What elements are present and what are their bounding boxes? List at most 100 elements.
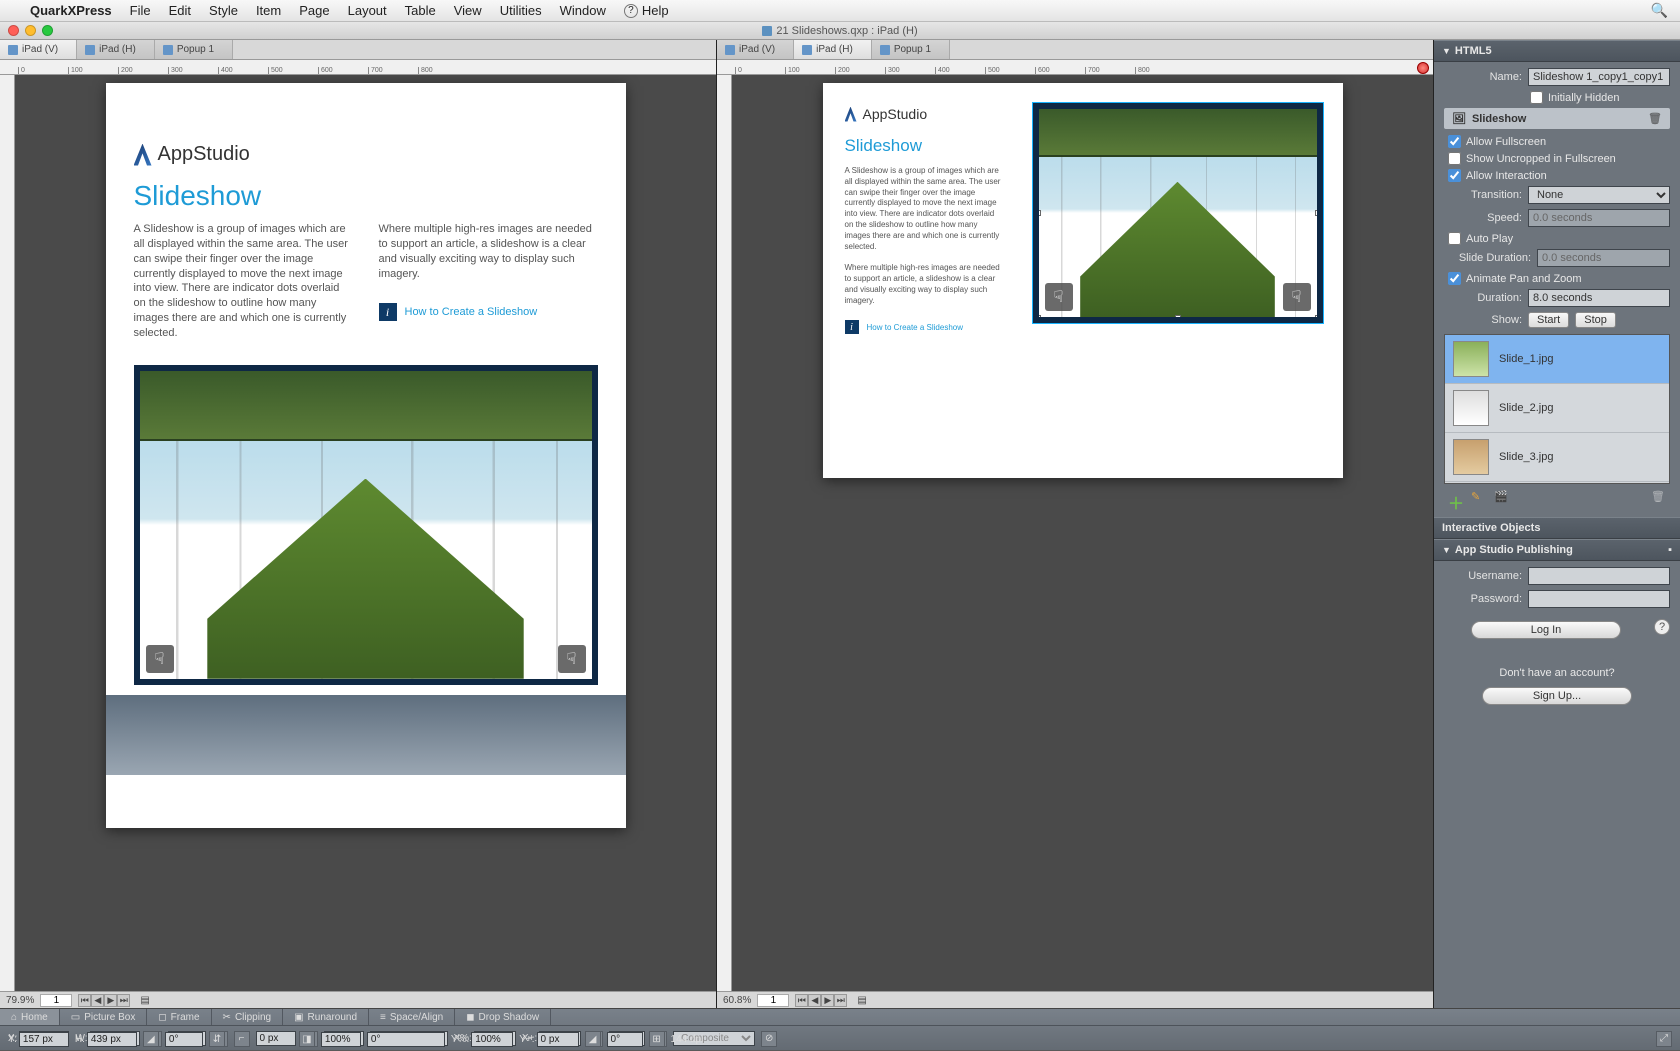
horizontal-ruler: 0100200300400500600700800 <box>0 60 716 75</box>
shade-field[interactable] <box>321 1032 361 1047</box>
pane-close-icon[interactable] <box>1417 62 1429 74</box>
username-field[interactable] <box>1528 567 1670 585</box>
menu-window[interactable]: Window <box>560 3 606 18</box>
slide-item[interactable]: Slide_2.jpg <box>1445 384 1669 433</box>
close-icon[interactable] <box>8 25 19 36</box>
app-menu[interactable]: QuarkXPress <box>30 3 112 18</box>
spotlight-icon[interactable]: 🔍 <box>1651 2 1668 19</box>
help-icon[interactable]: ? <box>1654 619 1670 635</box>
y-field[interactable] <box>19 1032 69 1047</box>
window-traffic-lights[interactable] <box>8 25 53 36</box>
resolution-icon[interactable]: ⊞ <box>649 1031 665 1047</box>
panel-header-interactive-objects[interactable]: Interactive Objects <box>1434 517 1680 539</box>
stop-button[interactable]: Stop <box>1575 312 1616 328</box>
slide-action-icon[interactable]: 🎬 <box>1494 490 1509 505</box>
page-ipad-h[interactable]: AppStudio Slideshow A Slideshow is a gro… <box>823 83 1343 478</box>
page-navigator[interactable]: ⏮◀▶⏭ <box>78 994 130 1007</box>
mb-tab-picturebox[interactable]: ▭Picture Box <box>60 1009 148 1025</box>
menu-view[interactable]: View <box>454 3 482 18</box>
mac-menu-bar: QuarkXPress File Edit Style Item Page La… <box>0 0 1680 22</box>
object-name-field[interactable] <box>1528 68 1670 86</box>
panel-options-icon[interactable]: ▪ <box>1668 544 1672 556</box>
menu-item[interactable]: Item <box>256 3 281 18</box>
appstudio-mark-icon <box>845 107 857 122</box>
body-paragraph-1: A Slideshow is a group of images which a… <box>845 166 1005 252</box>
home-icon: ⌂ <box>11 1012 17 1023</box>
menu-layout[interactable]: Layout <box>348 3 387 18</box>
edit-slide-icon[interactable]: ✎ <box>1471 490 1486 505</box>
menu-table[interactable]: Table <box>405 3 436 18</box>
signup-button[interactable]: Sign Up... <box>1482 687 1632 705</box>
suppress-icon[interactable]: ⊘ <box>761 1031 777 1047</box>
mb-tab-spacealign[interactable]: ≡Space/Align <box>369 1009 455 1025</box>
transition-select[interactable]: None <box>1528 186 1670 204</box>
view-mode-icon[interactable]: ▤ <box>140 995 149 1006</box>
slideshow-image[interactable]: ☟ ☟ <box>134 365 598 685</box>
corner-field[interactable] <box>256 1031 296 1046</box>
zoom-readout[interactable]: 60.8% <box>723 995 751 1006</box>
layout-tab-ipad-h[interactable]: iPad (H) <box>77 40 155 59</box>
mb-tab-home[interactable]: ⌂Home <box>0 1009 60 1025</box>
layout-tab-popup1[interactable]: Popup 1 <box>155 40 233 59</box>
mb-tab-runaround[interactable]: ▣Runaround <box>283 1009 369 1025</box>
menu-page[interactable]: Page <box>299 3 329 18</box>
slide-thumbnail <box>1453 390 1489 426</box>
howto-link[interactable]: iHow to Create a Slideshow <box>379 303 598 321</box>
skew-icon[interactable]: ◢ <box>143 1031 159 1047</box>
shade-icon[interactable]: ◨ <box>299 1031 315 1047</box>
minimize-icon[interactable] <box>25 25 36 36</box>
slide-item[interactable]: Slide_3.jpg <box>1445 433 1669 482</box>
autoplay-checkbox[interactable] <box>1448 232 1461 245</box>
slideshow-image-selected[interactable]: ☟ ☟ <box>1033 103 1323 323</box>
panel-header-html5[interactable]: ▼HTML5 <box>1434 40 1680 62</box>
duration-field[interactable] <box>1528 289 1670 307</box>
allow-fullscreen-checkbox[interactable] <box>1448 135 1461 148</box>
page-navigator[interactable]: ⏮◀▶⏭ <box>795 994 847 1007</box>
document-titlebar: 21 Slideshows.qxp : iPad (H) <box>0 22 1680 40</box>
frame-width-field[interactable] <box>367 1032 445 1047</box>
delete-object-icon[interactable]: 🗑 <box>1648 112 1662 125</box>
h-field[interactable] <box>87 1032 137 1047</box>
layout-tab-popup1[interactable]: Popup 1 <box>872 40 950 59</box>
menu-style[interactable]: Style <box>209 3 238 18</box>
mb-tab-dropshadow[interactable]: ◼Drop Shadow <box>455 1009 551 1025</box>
layout-tab-ipad-h[interactable]: iPad (H) <box>794 40 872 59</box>
slide-item[interactable]: Slide_1.jpg <box>1445 335 1669 384</box>
page-ipad-v[interactable]: AppStudio Slideshow A Slideshow is a gro… <box>106 83 626 828</box>
skew-field[interactable] <box>165 1032 203 1047</box>
ypct-field[interactable] <box>471 1032 513 1047</box>
frame-icon: ◻ <box>158 1012 166 1023</box>
layout-tab-ipad-v[interactable]: iPad (V) <box>717 40 794 59</box>
spacealign-icon: ≡ <box>380 1012 386 1023</box>
page-number-field[interactable] <box>40 994 72 1007</box>
login-button[interactable]: Log In <box>1471 621 1621 639</box>
menu-file[interactable]: File <box>130 3 151 18</box>
pic-skew-icon[interactable]: ◢ <box>585 1031 601 1047</box>
document-title: 21 Slideshows.qxp : iPad (H) <box>776 25 917 37</box>
mb-tab-clipping[interactable]: ✂Clipping <box>212 1009 284 1025</box>
menu-help[interactable]: ?Help <box>624 3 669 18</box>
delete-slide-icon[interactable]: 🗑 <box>1651 490 1666 505</box>
zoom-icon[interactable] <box>42 25 53 36</box>
password-field[interactable] <box>1528 590 1670 608</box>
start-button[interactable]: Start <box>1528 312 1569 328</box>
page-number-field[interactable] <box>757 994 789 1007</box>
view-mode-icon[interactable]: ▤ <box>857 995 866 1006</box>
expand-icon[interactable]: ⤢ <box>1656 1031 1672 1047</box>
layout-tab-ipad-v[interactable]: iPad (V) <box>0 40 77 59</box>
menu-utilities[interactable]: Utilities <box>500 3 542 18</box>
initially-hidden-checkbox[interactable] <box>1530 91 1543 104</box>
menu-edit[interactable]: Edit <box>169 3 191 18</box>
animate-panzoom-checkbox[interactable] <box>1448 272 1461 285</box>
flip-v-icon[interactable]: ⇵ <box>209 1031 225 1047</box>
mb-tab-frame[interactable]: ◻Frame <box>147 1009 211 1025</box>
zoom-readout[interactable]: 79.9% <box>6 995 34 1006</box>
add-slide-icon[interactable]: ＋ <box>1448 490 1463 505</box>
horizontal-ruler: 0100200300400500600700800 <box>717 60 1433 75</box>
pic-skew-field[interactable] <box>607 1032 643 1047</box>
allow-interaction-checkbox[interactable] <box>1448 169 1461 182</box>
panel-header-publishing[interactable]: ▼App Studio Publishing▪ <box>1434 539 1680 561</box>
show-uncropped-checkbox[interactable] <box>1448 152 1461 165</box>
yplus-field[interactable] <box>537 1032 579 1047</box>
corner-icon[interactable]: ⌐ <box>234 1031 250 1047</box>
